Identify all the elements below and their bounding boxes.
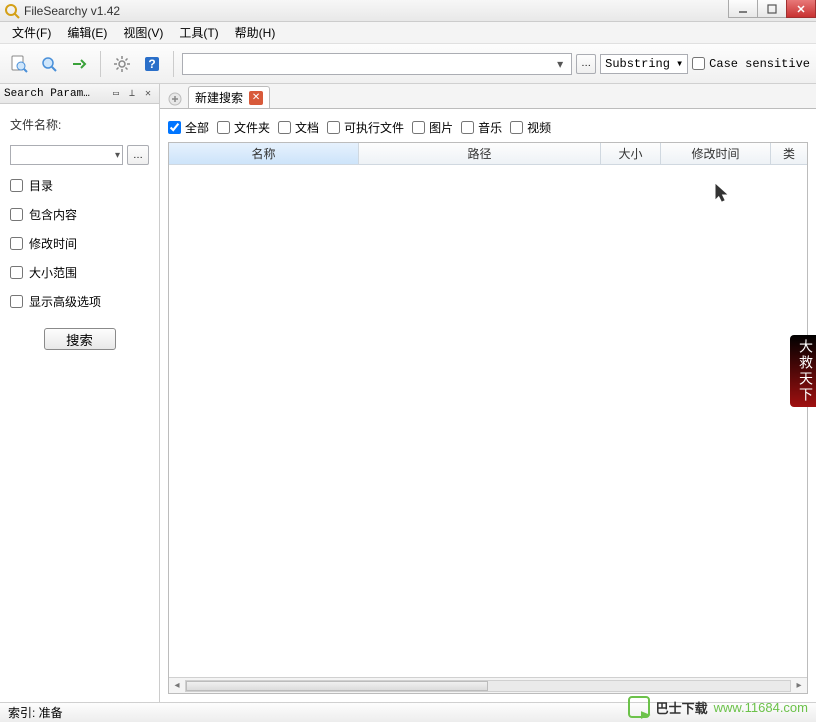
search-button[interactable]: 搜索 [44, 328, 116, 350]
menu-view[interactable]: 视图(V) [115, 22, 171, 43]
new-search-icon-button[interactable] [6, 51, 32, 77]
results-body [169, 165, 807, 677]
browse-button[interactable]: … [576, 54, 596, 74]
search-params-panel: Search Param… ▭ ⟂ ✕ 文件名称: ▾ … 目录 包含内容 修改… [0, 84, 160, 702]
filter-video[interactable]: 视频 [510, 119, 551, 136]
tab-strip: 新建搜索 ✕ [160, 84, 816, 108]
main-area: 新建搜索 ✕ 全部 文件夹 文档 可执行文件 图片 音乐 视频 名称 路径 大小… [160, 84, 816, 702]
include-content-checkbox[interactable]: 包含内容 [10, 206, 149, 223]
filename-browse-button[interactable]: … [127, 145, 149, 165]
filename-label: 文件名称: [10, 116, 149, 133]
tab-new-search[interactable]: 新建搜索 ✕ [188, 86, 270, 108]
close-button[interactable] [786, 0, 816, 18]
scroll-left-icon[interactable]: ◂ [169, 679, 185, 693]
help-icon-button[interactable]: ? [139, 51, 165, 77]
menu-edit[interactable]: 编辑(E) [59, 22, 115, 43]
filter-row: 全部 文件夹 文档 可执行文件 图片 音乐 视频 [160, 109, 816, 142]
app-icon [4, 3, 20, 19]
results-header: 名称 路径 大小 修改时间 类 [169, 143, 807, 165]
show-advanced-checkbox[interactable]: 显示高级选项 [10, 293, 149, 310]
search-index-icon-button[interactable] [36, 51, 62, 77]
watermark: 巴士下载 www.11684.com [628, 696, 808, 718]
horizontal-scrollbar[interactable]: ◂ ▸ [169, 677, 807, 693]
case-sensitive-checkbox[interactable]: Case sensitive [692, 57, 810, 71]
search-params-title: Search Param… [4, 88, 90, 100]
watermark-url: www.11684.com [714, 700, 808, 715]
window-controls [729, 0, 816, 20]
toolbar: ? ▾ … Substring ▾ Case sensitive [0, 44, 816, 84]
column-size[interactable]: 大小 [601, 143, 661, 164]
go-icon-button[interactable] [66, 51, 92, 77]
filter-executable[interactable]: 可执行文件 [327, 119, 404, 136]
search-history-dropdown-icon[interactable]: ▾ [553, 57, 567, 71]
minimize-button[interactable] [728, 0, 758, 18]
column-modified[interactable]: 修改时间 [661, 143, 771, 164]
scroll-right-icon[interactable]: ▸ [791, 679, 807, 693]
filename-combo[interactable]: ▾ [10, 145, 123, 165]
settings-icon-button[interactable] [109, 51, 135, 77]
case-sensitive-label: Case sensitive [709, 57, 810, 71]
chevron-down-icon: ▾ [115, 150, 120, 161]
search-input[interactable] [187, 57, 553, 71]
column-path[interactable]: 路径 [359, 143, 601, 164]
scroll-thumb[interactable] [186, 681, 488, 691]
filter-folder[interactable]: 文件夹 [217, 119, 270, 136]
menu-help[interactable]: 帮助(H) [227, 22, 284, 43]
window-title: FileSearchy v1.42 [24, 4, 120, 18]
search-mode-select[interactable]: Substring ▾ [600, 54, 688, 74]
toolbar-separator-2 [173, 51, 174, 77]
mod-time-checkbox[interactable]: 修改时间 [10, 235, 149, 252]
column-name[interactable]: 名称 [169, 143, 359, 164]
search-params-header: Search Param… ▭ ⟂ ✕ [0, 84, 159, 104]
scroll-track[interactable] [185, 680, 791, 692]
side-badge: 大救天下 [790, 335, 816, 407]
status-text: 索引: 准备 [8, 704, 63, 721]
svg-text:?: ? [148, 57, 155, 71]
filter-all[interactable]: 全部 [168, 119, 209, 136]
title-bar: FileSearchy v1.42 [0, 0, 816, 22]
menu-bar: 文件(F) 编辑(E) 视图(V) 工具(T) 帮助(H) [0, 22, 816, 44]
add-tab-button[interactable] [166, 90, 184, 108]
watermark-icon [628, 696, 650, 718]
results-table: 名称 路径 大小 修改时间 类 ◂ ▸ [168, 142, 808, 694]
maximize-button[interactable] [757, 0, 787, 18]
cursor-icon [714, 183, 730, 203]
case-sensitive-checkbox-input[interactable] [692, 57, 705, 70]
watermark-name: 巴士下载 [656, 698, 708, 717]
chevron-down-icon: ▾ [676, 56, 683, 71]
panel-close-icon[interactable]: ✕ [141, 87, 155, 101]
search-mode-value: Substring [605, 57, 670, 71]
menu-tools[interactable]: 工具(T) [171, 22, 226, 43]
panel-float-icon[interactable]: ▭ [109, 87, 123, 101]
filter-document[interactable]: 文档 [278, 119, 319, 136]
tab-label: 新建搜索 [195, 89, 243, 106]
tab-close-icon[interactable]: ✕ [249, 91, 263, 105]
panel-pin-icon[interactable]: ⟂ [125, 87, 139, 101]
menu-file[interactable]: 文件(F) [4, 22, 59, 43]
column-type[interactable]: 类 [771, 143, 807, 164]
filter-image[interactable]: 图片 [412, 119, 453, 136]
toolbar-separator [100, 51, 101, 77]
search-input-container: ▾ [182, 53, 572, 75]
directory-checkbox[interactable]: 目录 [10, 177, 149, 194]
size-range-checkbox[interactable]: 大小范围 [10, 264, 149, 281]
filter-music[interactable]: 音乐 [461, 119, 502, 136]
